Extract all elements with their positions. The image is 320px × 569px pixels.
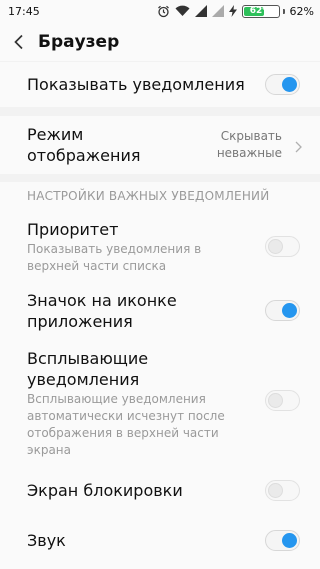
app-icon-badge-row[interactable]: Значок на иконке приложения xyxy=(0,286,320,338)
lock-screen-title: Экран блокировки xyxy=(27,481,183,500)
signal-icon xyxy=(194,5,207,17)
popup-notifications-toggle[interactable] xyxy=(265,390,300,411)
display-mode-value-line2: неважные xyxy=(216,146,282,160)
priority-toggle[interactable] xyxy=(265,236,300,257)
chevron-right-icon xyxy=(295,138,302,157)
battery-indicator: 62% xyxy=(241,4,285,18)
status-icons: 62% 62% xyxy=(157,4,314,18)
priority-subtitle-line1: Показывать уведомления в xyxy=(27,242,202,256)
popup-subtitle-line4: экрана xyxy=(27,443,72,457)
battery-percent: 62% xyxy=(289,4,314,18)
display-mode-label-line2: отображения xyxy=(27,146,141,165)
wifi-icon xyxy=(175,5,190,17)
popup-subtitle-line3: отображения в верхней части xyxy=(27,426,219,440)
important-settings-card: НАСТРОЙКИ ВАЖНЫХ УВЕДОМЛЕНИЙ Приоритет П… xyxy=(0,182,320,569)
show-notifications-label: Показывать уведомления xyxy=(27,75,245,94)
popup-subtitle-line2: автоматически исчезнут после xyxy=(27,409,225,423)
show-notifications-toggle[interactable] xyxy=(265,74,300,95)
sound-toggle[interactable] xyxy=(265,530,300,551)
alarm-icon xyxy=(157,5,170,18)
show-notifications-card: Показывать уведомления xyxy=(0,62,320,107)
lock-screen-toggle[interactable] xyxy=(265,480,300,501)
app-icon-badge-title-line1: Значок на иконке xyxy=(27,291,177,310)
battery-percent-inside: 62% xyxy=(249,6,272,16)
app-icon-badge-toggle[interactable] xyxy=(265,300,300,321)
page-title: Браузер xyxy=(38,31,120,52)
display-mode-card: Режим отображения Скрывать неважные xyxy=(0,116,320,174)
lock-screen-row[interactable]: Экран блокировки xyxy=(0,470,320,510)
back-arrow-icon xyxy=(14,34,23,49)
status-bar: 17:45 62% 62% xyxy=(0,0,320,22)
signal-icon xyxy=(211,5,224,17)
priority-subtitle-line2: верхней части списка xyxy=(27,259,167,273)
popup-title-line2: уведомления xyxy=(27,370,140,389)
popup-subtitle-line1: Всплывающие уведомления xyxy=(27,392,206,406)
priority-row[interactable]: Приоритет Показывать уведомления в верхн… xyxy=(0,216,320,276)
title-bar: Браузер xyxy=(0,22,320,61)
display-mode-label-line1: Режим xyxy=(27,125,84,144)
back-button[interactable] xyxy=(0,22,38,61)
status-time: 17:45 xyxy=(8,4,40,18)
display-mode-row[interactable]: Режим отображения Скрывать неважные xyxy=(0,116,320,174)
popup-title-line1: Всплывающие xyxy=(27,349,149,368)
show-notifications-row[interactable]: Показывать уведомления xyxy=(0,62,320,107)
sound-title: Звук xyxy=(27,531,66,550)
popup-notifications-row[interactable]: Всплывающие уведомления Всплывающие увед… xyxy=(0,346,320,460)
section-header-important: НАСТРОЙКИ ВАЖНЫХ УВЕДОМЛЕНИЙ xyxy=(27,189,270,203)
priority-title: Приоритет xyxy=(27,220,119,239)
display-mode-value-line1: Скрывать xyxy=(220,129,282,143)
sound-row[interactable]: Звук xyxy=(0,520,320,560)
charging-icon xyxy=(228,5,237,17)
app-icon-badge-title-line2: приложения xyxy=(27,312,133,331)
